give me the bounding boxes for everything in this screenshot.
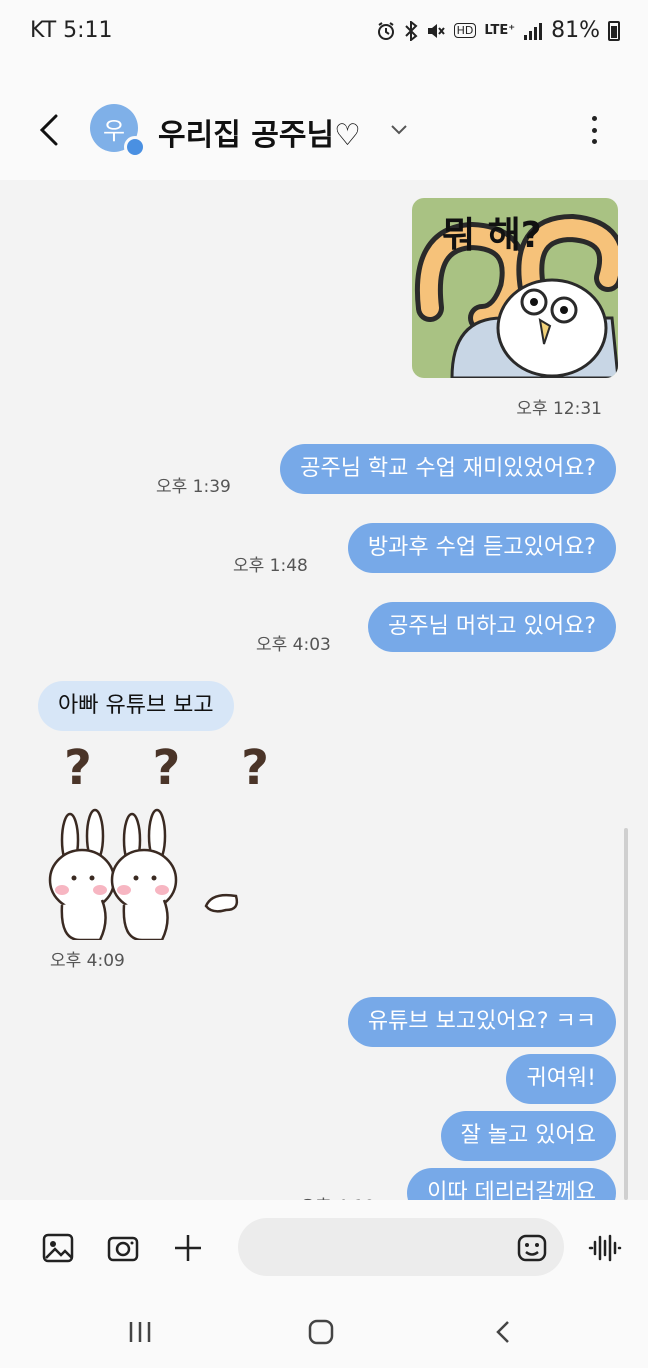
battery-percent: 81% (551, 18, 600, 43)
avatar-initial: 우 (102, 116, 126, 145)
conversation[interactable]: 뭐 해? 오후 12:31 공주님 학교 수업 재미있었어요? 오후 1:39 … (0, 180, 648, 1200)
mute-icon (427, 23, 445, 38)
outgoing-message[interactable]: 이따 데리러갈께요 (407, 1168, 616, 1200)
back-icon[interactable] (486, 1314, 522, 1350)
status-icons: HD LTE⁺ 81% (376, 18, 620, 43)
sticker-message[interactable]: ? ? ? (40, 740, 269, 940)
outgoing-message[interactable]: 유튜브 보고있어요? ㅋㅋ (347, 997, 616, 1047)
home-icon[interactable] (303, 1314, 339, 1350)
bluetooth-icon (404, 20, 418, 41)
sticker-question-marks: ? ? ? (64, 740, 291, 796)
voice-icon[interactable] (586, 1230, 622, 1266)
gallery-icon[interactable] (40, 1230, 76, 1266)
message-time: 오후 4:03 (256, 635, 331, 655)
chat-badge-icon (124, 136, 146, 158)
message-time: 오후 4:09 (50, 951, 125, 971)
navigation-bar (0, 1296, 648, 1368)
outgoing-message[interactable]: 공주님 학교 수업 재미있었어요? (280, 444, 616, 494)
hd-voice-icon: HD (453, 23, 477, 38)
outgoing-message[interactable]: 귀여워! (506, 1054, 616, 1104)
sticker-message[interactable]: 뭐 해? (412, 198, 618, 378)
outgoing-message[interactable]: 공주님 머하고 있어요? (368, 602, 616, 652)
carrier-time: KT 5:11 (30, 18, 113, 43)
battery-icon (608, 20, 620, 41)
outgoing-message[interactable]: 방과후 수업 듣고있어요? (347, 523, 616, 573)
chat-title[interactable]: 우리집 공주님♡ (158, 110, 361, 154)
composer (0, 1200, 648, 1296)
message-time: 오후 4:10 (300, 1192, 375, 1200)
chevron-down-icon[interactable] (388, 118, 410, 140)
sticker-caption: 뭐 해? (442, 215, 542, 256)
message-time: 오후 12:31 (516, 399, 602, 419)
message-time: 오후 1:48 (233, 556, 308, 576)
chat-header: 우 우리집 공주님♡ (0, 66, 648, 180)
status-bar: KT 5:11 HD LTE⁺ 81% (0, 0, 648, 66)
emoji-icon[interactable] (514, 1230, 550, 1266)
camera-icon[interactable] (105, 1230, 141, 1266)
alarm-icon (377, 21, 394, 40)
message-time: 오후 1:39 (156, 477, 231, 497)
scrollbar[interactable] (624, 828, 628, 1200)
recent-apps-icon[interactable] (122, 1314, 158, 1350)
back-arrow-icon[interactable] (30, 110, 70, 150)
more-vertical-icon[interactable] (578, 110, 610, 150)
signal-icon (524, 22, 543, 40)
outgoing-message[interactable]: 잘 놀고 있어요 (440, 1111, 616, 1161)
lte-icon: LTE⁺ (484, 23, 516, 38)
incoming-message[interactable]: 아빠 유튜브 보고 (38, 681, 234, 731)
plus-icon[interactable] (170, 1230, 206, 1266)
bunny-sticker-icon (48, 808, 239, 940)
